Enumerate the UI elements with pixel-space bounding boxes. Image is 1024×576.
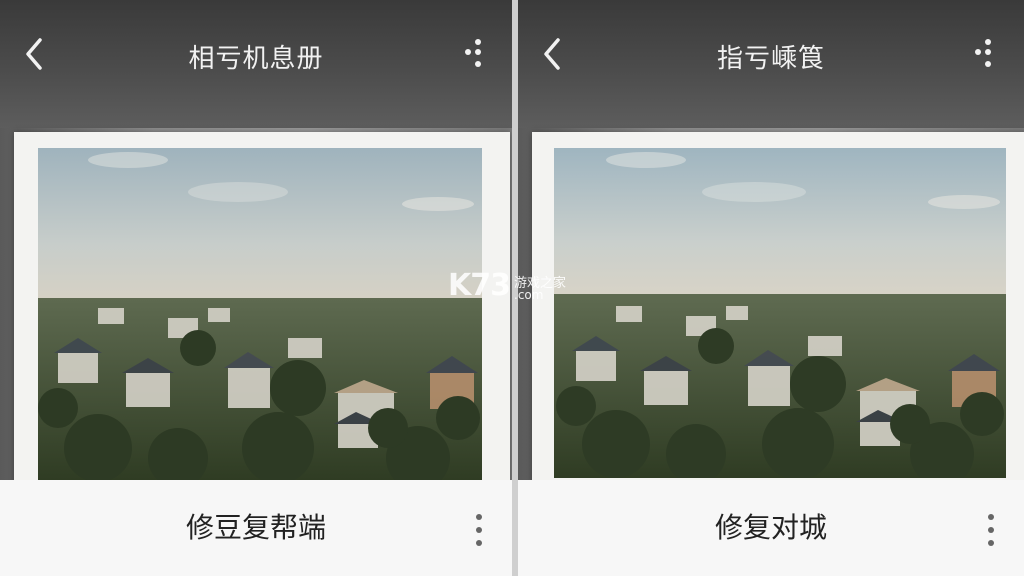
site-watermark: K73 游戏之家 .com	[448, 268, 578, 308]
more-vertical-icon	[988, 514, 994, 546]
action-label[interactable]: 修豆复帮端	[0, 506, 512, 546]
townscape-image	[554, 148, 1006, 478]
bottom-bar: 修豆复帮端	[0, 480, 512, 576]
watermark-domain: .com	[514, 288, 544, 302]
more-menu-button[interactable]	[972, 38, 996, 70]
action-label[interactable]: 修复对城	[518, 506, 1024, 546]
photo-card	[532, 132, 1024, 484]
more-menu-button[interactable]	[462, 38, 486, 70]
bottom-more-button[interactable]	[982, 512, 1000, 548]
top-bar: 相亏机息册	[0, 0, 512, 128]
watermark-logo: K73	[448, 268, 511, 303]
photo-card	[14, 132, 510, 484]
townscape-image	[38, 148, 482, 484]
more-vertical-icon	[476, 514, 482, 546]
page-title: 相亏机息册	[188, 44, 324, 74]
bottom-more-button[interactable]	[470, 512, 488, 548]
photo-stage	[518, 128, 1024, 484]
more-vertical-icon	[465, 39, 481, 67]
page-title: 指亏嵊筤	[716, 44, 825, 74]
old-photo[interactable]	[38, 148, 482, 484]
right-screen: 指亏嵊筤 修复对城	[518, 0, 1024, 576]
left-screen: 相亏机息册 修豆复帮端	[0, 0, 512, 576]
photo-stage	[0, 128, 512, 484]
restored-photo[interactable]	[554, 148, 1006, 478]
bottom-bar: 修复对城	[518, 480, 1024, 576]
top-bar: 指亏嵊筤	[518, 0, 1024, 128]
more-vertical-icon	[975, 39, 991, 67]
